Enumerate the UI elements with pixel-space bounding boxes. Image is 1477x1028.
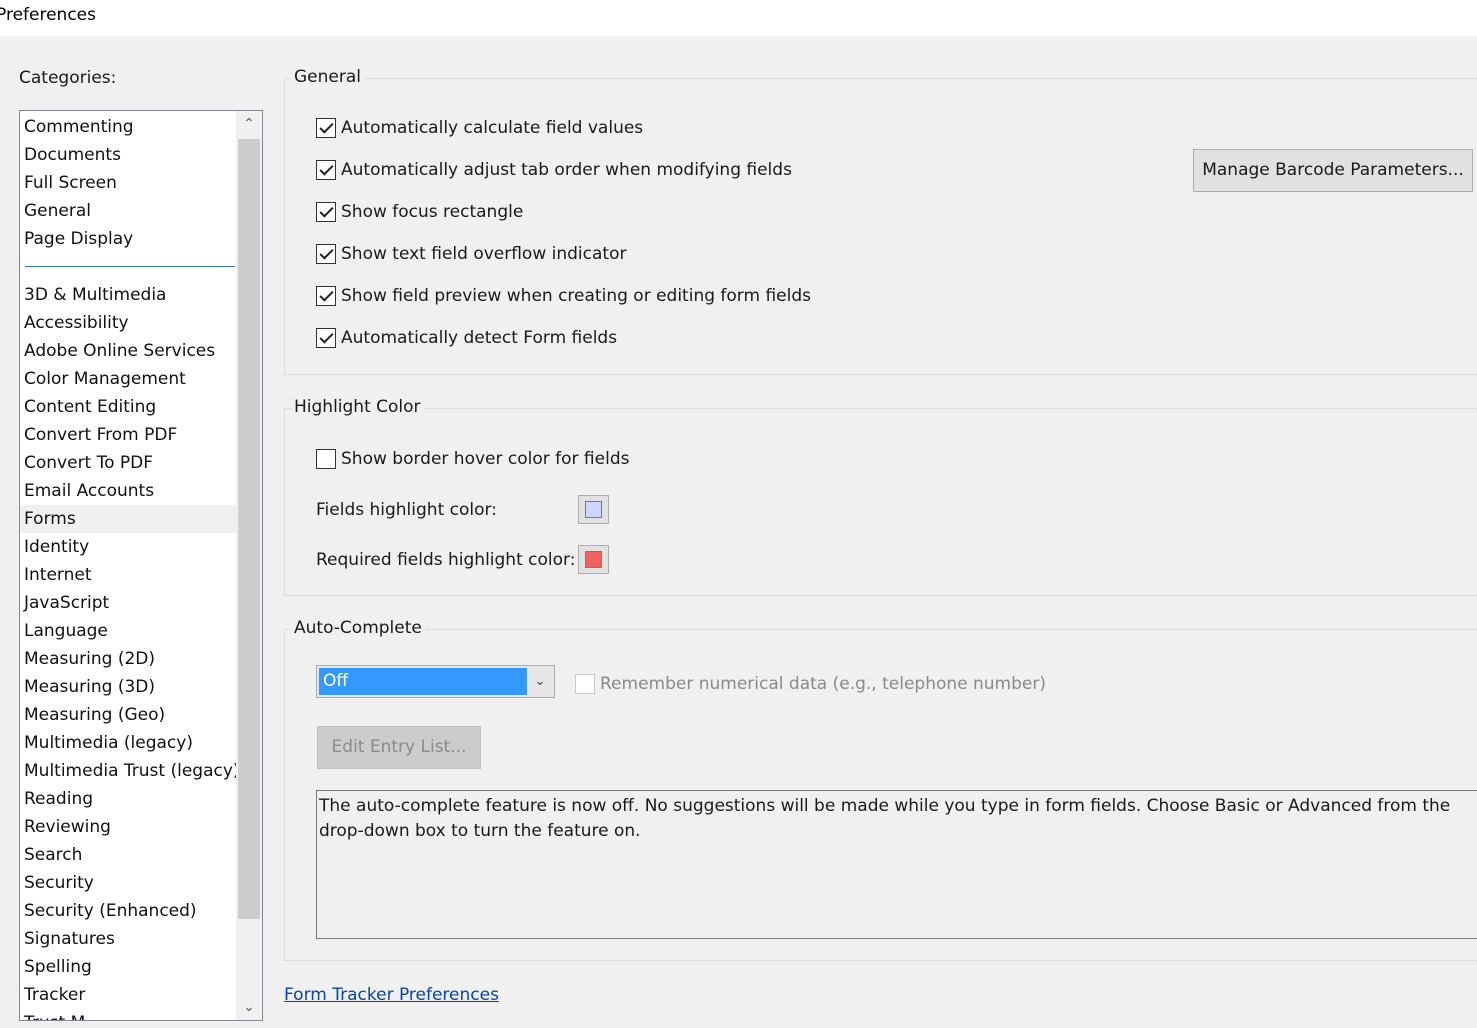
window-title: Preferences xyxy=(0,5,96,25)
categories-label: Categories: xyxy=(19,68,117,88)
category-item[interactable]: JavaScript xyxy=(20,589,236,617)
checkbox-focus-rectangle[interactable] xyxy=(316,202,336,222)
fields-highlight-label: Fields highlight color: xyxy=(316,500,497,520)
category-separator xyxy=(25,266,235,267)
category-item[interactable]: Accessibility xyxy=(20,309,236,337)
option-border-hover[interactable]: Show border hover color for fields xyxy=(316,447,629,471)
category-item[interactable]: Measuring (Geo) xyxy=(20,701,236,729)
category-item[interactable]: Email Accounts xyxy=(20,477,236,505)
category-item[interactable]: Signatures xyxy=(20,925,236,953)
required-highlight-label: Required fields highlight color: xyxy=(316,550,576,570)
autocomplete-selected-value: Off xyxy=(319,668,527,695)
category-item[interactable]: Trust M xyxy=(20,1009,236,1020)
autocomplete-description: The auto-complete feature is now off. No… xyxy=(316,790,1477,939)
categories-scrollbar[interactable]: ⌃ ⌄ xyxy=(236,111,262,1020)
required-color-swatch xyxy=(585,551,602,568)
highlight-group-title: Highlight Color xyxy=(291,397,424,417)
category-item[interactable]: Internet xyxy=(20,561,236,589)
scroll-up-icon[interactable]: ⌃ xyxy=(236,111,262,137)
category-item[interactable]: Multimedia Trust (legacy) xyxy=(20,757,240,785)
option-detect-form-fields[interactable]: Automatically detect Form fields xyxy=(316,326,617,350)
category-item[interactable]: Content Editing xyxy=(20,393,236,421)
category-item[interactable]: Spelling xyxy=(20,953,236,981)
option-auto-calculate[interactable]: Automatically calculate field values xyxy=(316,116,643,140)
category-item[interactable]: Full Screen xyxy=(20,169,236,197)
checkbox-border-hover[interactable] xyxy=(316,449,336,469)
category-item[interactable]: Reviewing xyxy=(20,813,236,841)
category-item[interactable]: Identity xyxy=(20,533,236,561)
category-item[interactable]: Security xyxy=(20,869,236,897)
category-item[interactable]: Page Display xyxy=(20,225,236,253)
option-adjust-tab-order[interactable]: Automatically adjust tab order when modi… xyxy=(316,158,792,182)
option-focus-rectangle[interactable]: Show focus rectangle xyxy=(316,200,523,224)
general-group-title: General xyxy=(291,67,364,87)
scroll-down-icon[interactable]: ⌄ xyxy=(236,994,262,1020)
category-item[interactable]: Measuring (2D) xyxy=(20,645,236,673)
category-item[interactable]: Color Management xyxy=(20,365,236,393)
manage-barcode-button[interactable]: Manage Barcode Parameters... xyxy=(1193,149,1473,192)
checkbox-adjust-tab-order[interactable] xyxy=(316,160,336,180)
category-item[interactable]: Multimedia (legacy) xyxy=(20,729,236,757)
title-bar: Preferences xyxy=(0,0,1477,36)
category-item[interactable]: Convert From PDF xyxy=(20,421,236,449)
category-item[interactable]: General xyxy=(20,197,236,225)
category-item[interactable]: Security (Enhanced) xyxy=(20,897,236,925)
checkbox-detect-form-fields[interactable] xyxy=(316,328,336,348)
chevron-down-icon[interactable]: ⌄ xyxy=(526,666,554,697)
checkbox-field-preview[interactable] xyxy=(316,286,336,306)
category-item[interactable]: 3D & Multimedia xyxy=(20,281,236,309)
checkbox-overflow-indicator[interactable] xyxy=(316,244,336,264)
checkbox-remember-numerical[interactable] xyxy=(575,674,595,694)
fields-color-swatch xyxy=(585,501,602,518)
option-overflow-indicator[interactable]: Show text field overflow indicator xyxy=(316,242,626,266)
category-item[interactable]: Measuring (3D) xyxy=(20,673,236,701)
category-item[interactable]: Forms xyxy=(20,505,236,533)
fields-highlight-color-button[interactable] xyxy=(578,495,609,524)
category-item[interactable]: Commenting xyxy=(20,113,236,141)
edit-entry-list-button[interactable]: Edit Entry List... xyxy=(317,726,481,769)
required-highlight-color-button[interactable] xyxy=(578,545,609,574)
checkbox-auto-calculate[interactable] xyxy=(316,118,336,138)
option-remember-numerical[interactable]: Remember numerical data (e.g., telephone… xyxy=(575,672,1046,696)
option-field-preview[interactable]: Show field preview when creating or edit… xyxy=(316,284,811,308)
category-item[interactable]: Tracker xyxy=(20,981,236,1009)
scroll-thumb[interactable] xyxy=(238,139,260,919)
category-item[interactable]: Language xyxy=(20,617,236,645)
categories-list[interactable]: Commenting Documents Full Screen General Pag… xyxy=(19,110,263,1021)
category-item[interactable]: Reading xyxy=(20,785,236,813)
category-item[interactable]: Documents xyxy=(20,141,236,169)
category-item[interactable]: Convert To PDF xyxy=(20,449,236,477)
category-item[interactable]: Adobe Online Services xyxy=(20,337,236,365)
category-item[interactable]: Search xyxy=(20,841,236,869)
autocomplete-group-title: Auto-Complete xyxy=(291,618,425,638)
autocomplete-select[interactable]: Off ⌄ xyxy=(316,665,555,698)
form-tracker-preferences-link[interactable]: Form Tracker Preferences xyxy=(284,985,499,1005)
